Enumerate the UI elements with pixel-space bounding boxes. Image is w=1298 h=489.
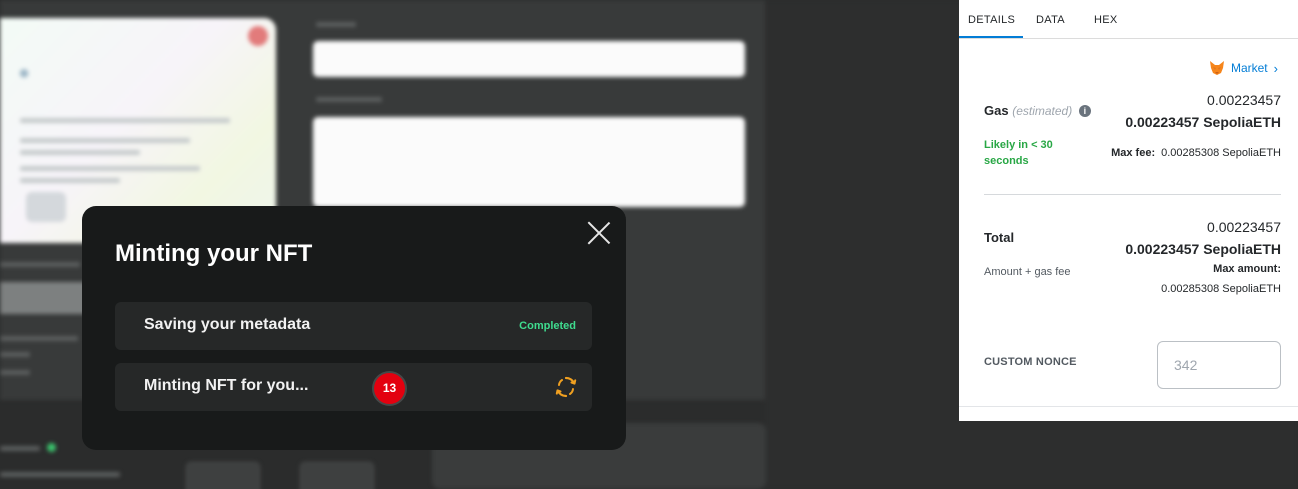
market-link[interactable]: Market ›: [1209, 60, 1278, 76]
tab-hex[interactable]: HEX: [1094, 14, 1118, 26]
gas-value-eth: 0.00223457 SepoliaETH: [1125, 114, 1281, 130]
tab-data[interactable]: DATA: [1036, 14, 1065, 26]
max-amount-value: 0.00285308 SepoliaETH: [1161, 283, 1281, 295]
custom-nonce-input[interactable]: [1157, 341, 1281, 389]
step-status-completed: Completed: [519, 320, 576, 332]
close-icon[interactable]: [586, 220, 612, 246]
step-saving-metadata: Saving your metadata Completed: [115, 302, 592, 350]
max-amount-label: Max amount:: [1213, 263, 1281, 275]
signature-image: [26, 192, 66, 222]
step-label: Minting NFT for you...: [144, 377, 309, 394]
modal-title: Minting your NFT: [115, 240, 313, 267]
info-icon[interactable]: i: [1078, 105, 1091, 117]
name-input-bg: [313, 41, 745, 77]
amount-gas-fee-label: Amount + gas fee: [984, 266, 1071, 278]
max-fee-value: 0.00285308 SepoliaETH: [1161, 147, 1281, 159]
refresh-spinner-icon: [555, 376, 577, 398]
gas-estimated: (estimated): [1012, 104, 1073, 118]
wallet-tabs: DETAILS DATA HEX: [959, 0, 1298, 39]
total-label: Total: [984, 230, 1015, 245]
total-value-eth: 0.00223457 SepoliaETH: [1125, 241, 1281, 257]
description-input-bg: [313, 117, 745, 207]
wallet-bottom-divider: [959, 406, 1298, 407]
gas-label: Gas (estimated) i: [984, 103, 1091, 118]
minting-modal: Minting your NFT Saving your metadata Co…: [82, 206, 626, 450]
likely-time: Likely in < 30 seconds: [984, 139, 1053, 167]
notification-badge[interactable]: 13: [374, 373, 405, 404]
max-fee: Max fee: 0.00285308 SepoliaETH: [1111, 147, 1281, 159]
chevron-right-icon: ›: [1273, 60, 1278, 76]
step-label: Saving your metadata: [144, 316, 311, 333]
tab-details[interactable]: DETAILS: [968, 14, 1015, 26]
wallet-panel: DETAILS DATA HEX Market › Gas (estimated…: [959, 0, 1298, 421]
total-value: 0.00223457: [1207, 219, 1281, 235]
gas-value: 0.00223457: [1207, 92, 1281, 108]
active-tab-indicator: [959, 36, 1023, 38]
custom-nonce-label: CUSTOM NONCE: [984, 356, 1077, 368]
step-minting-nft: Minting NFT for you...: [115, 363, 592, 411]
divider: [984, 194, 1281, 195]
certificate-close-icon: [248, 26, 268, 46]
market-label: Market: [1230, 61, 1268, 75]
max-fee-label: Max fee:: [1111, 147, 1156, 159]
certificate-logo: ●: [18, 62, 31, 84]
metamask-fox-icon: [1209, 61, 1224, 75]
